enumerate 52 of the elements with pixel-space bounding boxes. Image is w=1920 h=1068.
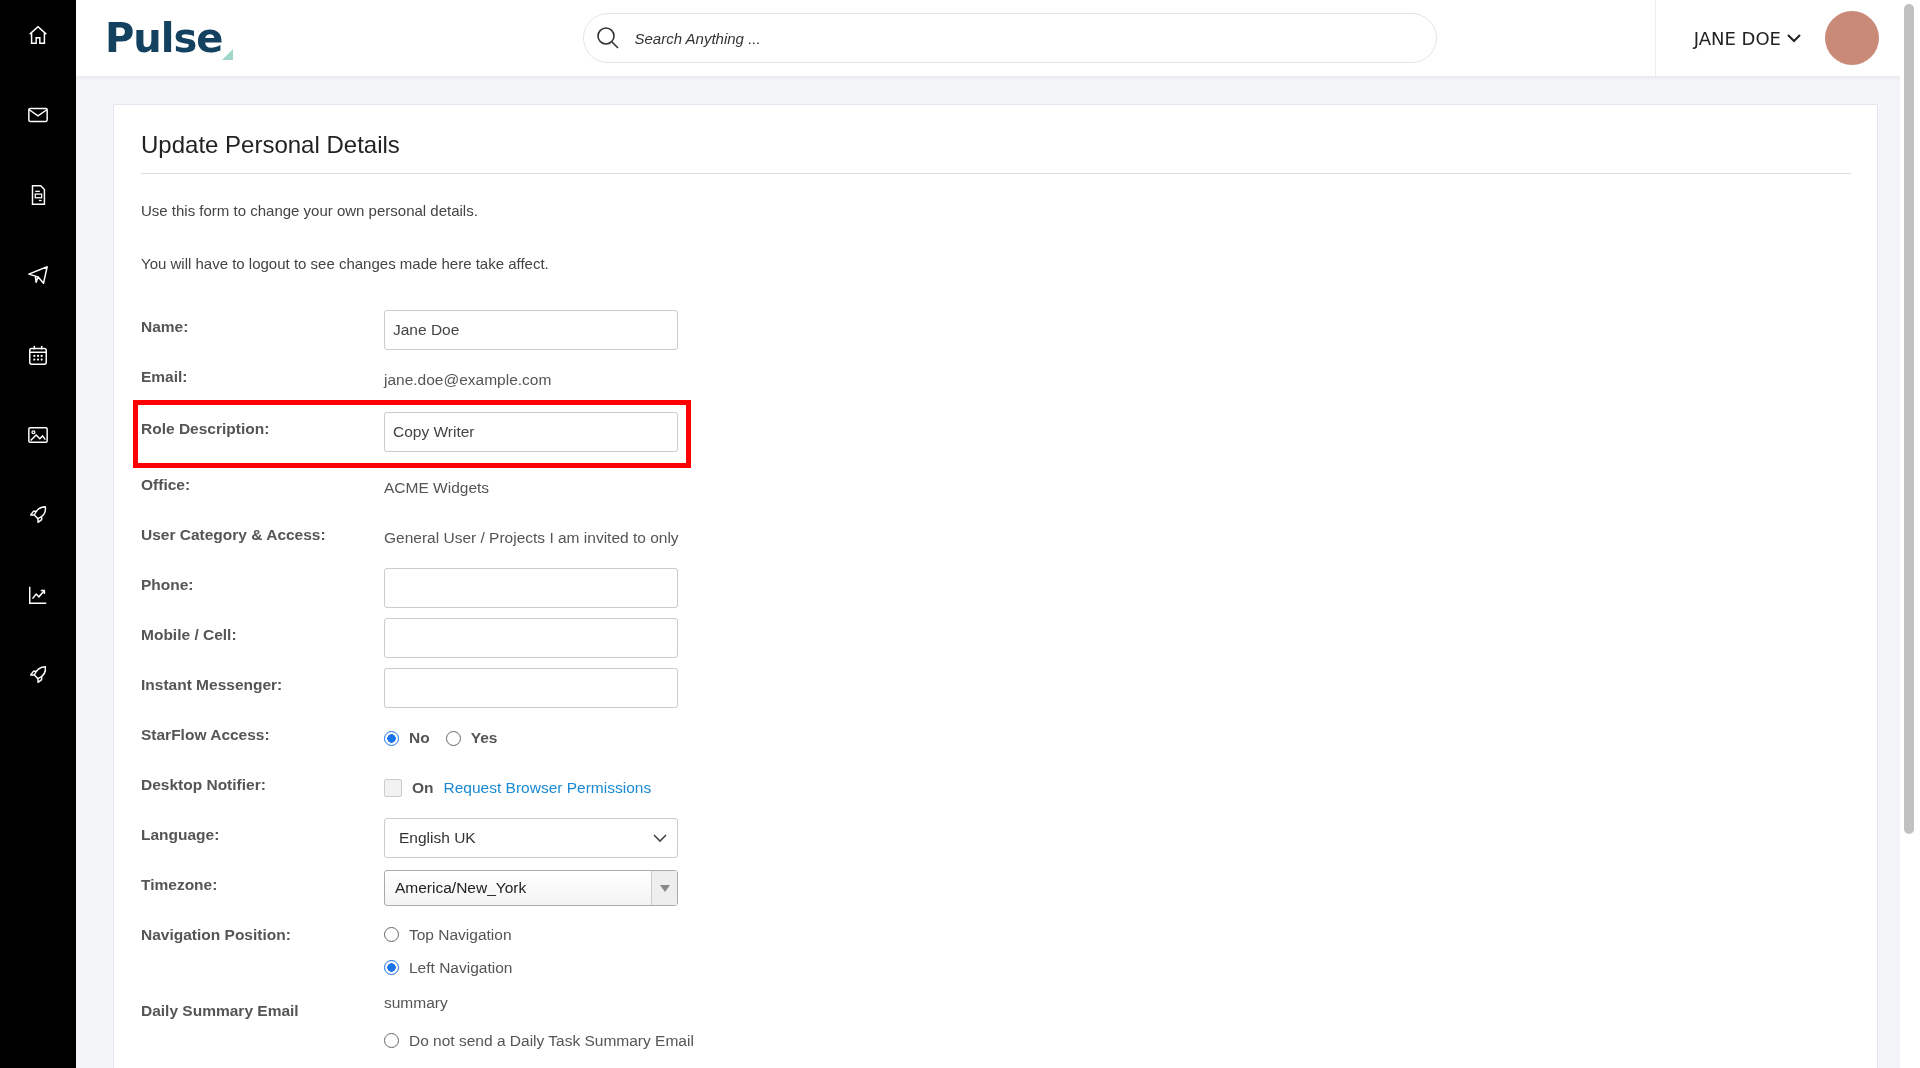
search-input[interactable]: Search Anything ...	[632, 28, 1425, 48]
radio-option[interactable]: No	[384, 729, 430, 747]
combo-box[interactable]: America/New_York	[384, 870, 678, 906]
line-chart-icon[interactable]	[27, 584, 49, 606]
paper-plane-icon[interactable]	[27, 264, 49, 286]
image-icon[interactable]	[27, 424, 49, 446]
link[interactable]: Request Browser Permissions	[443, 779, 652, 797]
intro-text: Use this form to change your own personal details.	[141, 202, 479, 219]
chevron-down-icon	[1787, 33, 1801, 43]
radio-option[interactable]: Left Navigation	[384, 951, 513, 984]
search-icon	[596, 26, 621, 50]
checkbox-option[interactable]: On	[384, 779, 434, 797]
calendar-icon[interactable]	[27, 344, 49, 366]
field-label: Role Description:	[141, 419, 271, 439]
rocket-icon[interactable]	[27, 504, 49, 526]
home-icon[interactable]	[27, 24, 49, 46]
field-label: Timezone:	[141, 875, 219, 895]
field-label: Phone:	[141, 575, 195, 595]
avatar[interactable]	[1825, 11, 1879, 65]
chevron-down-icon	[653, 833, 667, 843]
field-label: Language:	[141, 825, 221, 845]
intro-text: You will have to logout to see changes made here take affect.	[141, 255, 550, 272]
input-field[interactable]	[384, 668, 678, 708]
page-title: Update Personal Details	[141, 105, 1851, 174]
input-field[interactable]	[384, 568, 678, 608]
user-menu-button[interactable]: JANE DOE	[1693, 27, 1801, 49]
field-label: Email:	[141, 367, 189, 387]
logo[interactable]: Pulse	[105, 13, 234, 63]
field-value: summary	[384, 994, 448, 1012]
field-value: General User / Projects I am invited to only	[384, 529, 679, 547]
input-field[interactable]	[384, 618, 678, 658]
field-label: Daily Summary Email	[141, 1001, 300, 1021]
search-field[interactable]: Search Anything ...	[583, 13, 1438, 63]
rocket-icon[interactable]	[27, 664, 49, 686]
dropdown[interactable]: English UK	[384, 818, 678, 858]
field-label: Office:	[141, 475, 192, 495]
field-label: User Category & Access:	[141, 525, 327, 545]
field-label: StarFlow Access:	[141, 725, 271, 745]
radio-option[interactable]: Do not send a Daily Task Summary Email	[384, 1024, 694, 1057]
field-label: Navigation Position:	[141, 925, 292, 945]
scrollbar-thumb[interactable]	[1904, 4, 1914, 834]
input-field[interactable]: Copy Writer	[384, 412, 678, 452]
radio-option[interactable]: Top Navigation	[384, 918, 512, 951]
field-label: Desktop Notifier:	[141, 775, 267, 795]
scrollbar[interactable]	[1900, 0, 1920, 1068]
input-field[interactable]: Jane Doe	[384, 310, 678, 350]
field-label: Name:	[141, 317, 190, 337]
radio-option[interactable]: Yes	[445, 729, 498, 747]
field-label: Instant Messenger:	[141, 675, 284, 695]
field-value: ACME Widgets	[384, 479, 490, 497]
field-value: jane.doe@example.com	[384, 371, 552, 389]
field-label: Mobile / Cell:	[141, 625, 238, 645]
